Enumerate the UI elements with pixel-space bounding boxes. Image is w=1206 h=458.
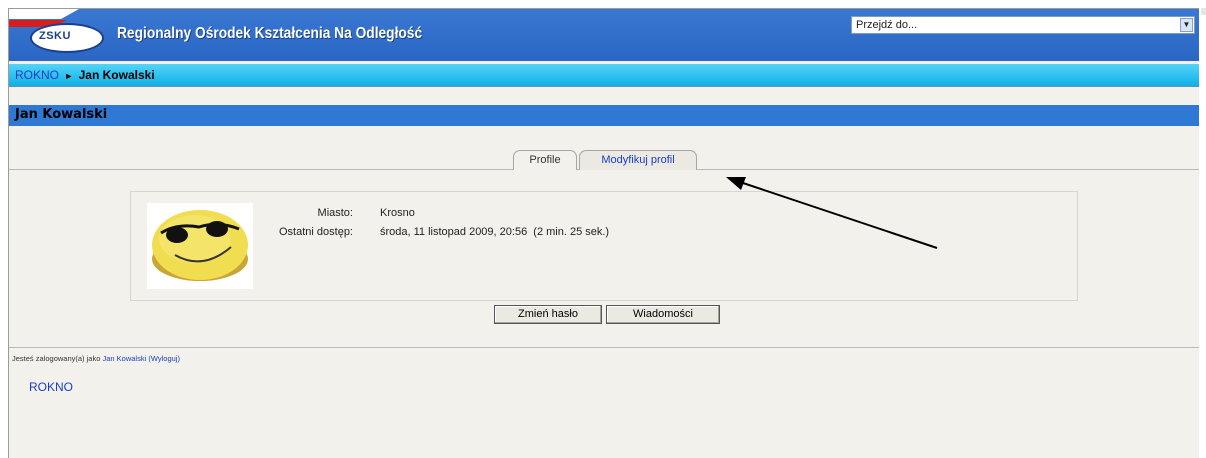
avatar — [147, 203, 253, 289]
page-title: Jan Kowalski — [15, 107, 108, 122]
city-label: Miasto: — [317, 207, 353, 219]
last-access-value: środa, 11 listopad 2009, 20:56 (2 min. 2… — [380, 226, 610, 238]
jump-to-selected-value: Przejdź do... — [856, 19, 918, 31]
site-title: Regionalny Ośrodek Kształcenia Na Odległ… — [117, 25, 423, 42]
breadcrumb-current: Jan Kowalski — [78, 68, 155, 82]
last-access-label: Ostatni dostęp: — [279, 226, 353, 238]
window-edge-mark — [1201, 8, 1206, 15]
site-header: ZSKU Regionalny Ośrodek Kształcenia Na O… — [9, 9, 1199, 61]
tab-profile[interactable]: Profile — [513, 150, 577, 170]
logout-link[interactable]: (Wyloguj) — [148, 354, 180, 363]
footer-divider — [9, 347, 1199, 348]
jump-to-select[interactable]: Przejdź do... ▼ — [851, 16, 1195, 34]
chevron-down-icon[interactable]: ▼ — [1180, 18, 1193, 32]
breadcrumb-separator-icon: ► — [64, 71, 74, 81]
breadcrumb: ROKNO ► Jan Kowalski — [15, 68, 155, 82]
navbar: ROKNO ► Jan Kowalski — [9, 64, 1199, 87]
messages-button[interactable]: Wiadomości — [606, 305, 720, 324]
page-heading-bar: Jan Kowalski — [9, 105, 1199, 126]
change-password-button[interactable]: Zmień hasło — [494, 305, 602, 324]
logged-user-link[interactable]: Jan Kowalski — [102, 354, 146, 363]
tab-edit-profile[interactable]: Modyfikuj profil — [579, 150, 697, 170]
city-value: Krosno — [380, 207, 415, 219]
login-info-prefix: Jesteś zalogowany(a) jako — [12, 354, 103, 363]
login-info: Jesteś zalogowany(a) jako Jan Kowalski (… — [12, 354, 180, 363]
breadcrumb-home-link[interactable]: ROKNO — [15, 68, 59, 82]
page-frame: ZSKU Regionalny Ośrodek Kształcenia Na O… — [8, 8, 1199, 458]
footer-home-link[interactable]: ROKNO — [29, 380, 73, 394]
profile-card: Miasto: Krosno Ostatni dostęp: środa, 11… — [130, 191, 1078, 301]
logo-text: ZSKU — [39, 30, 71, 42]
